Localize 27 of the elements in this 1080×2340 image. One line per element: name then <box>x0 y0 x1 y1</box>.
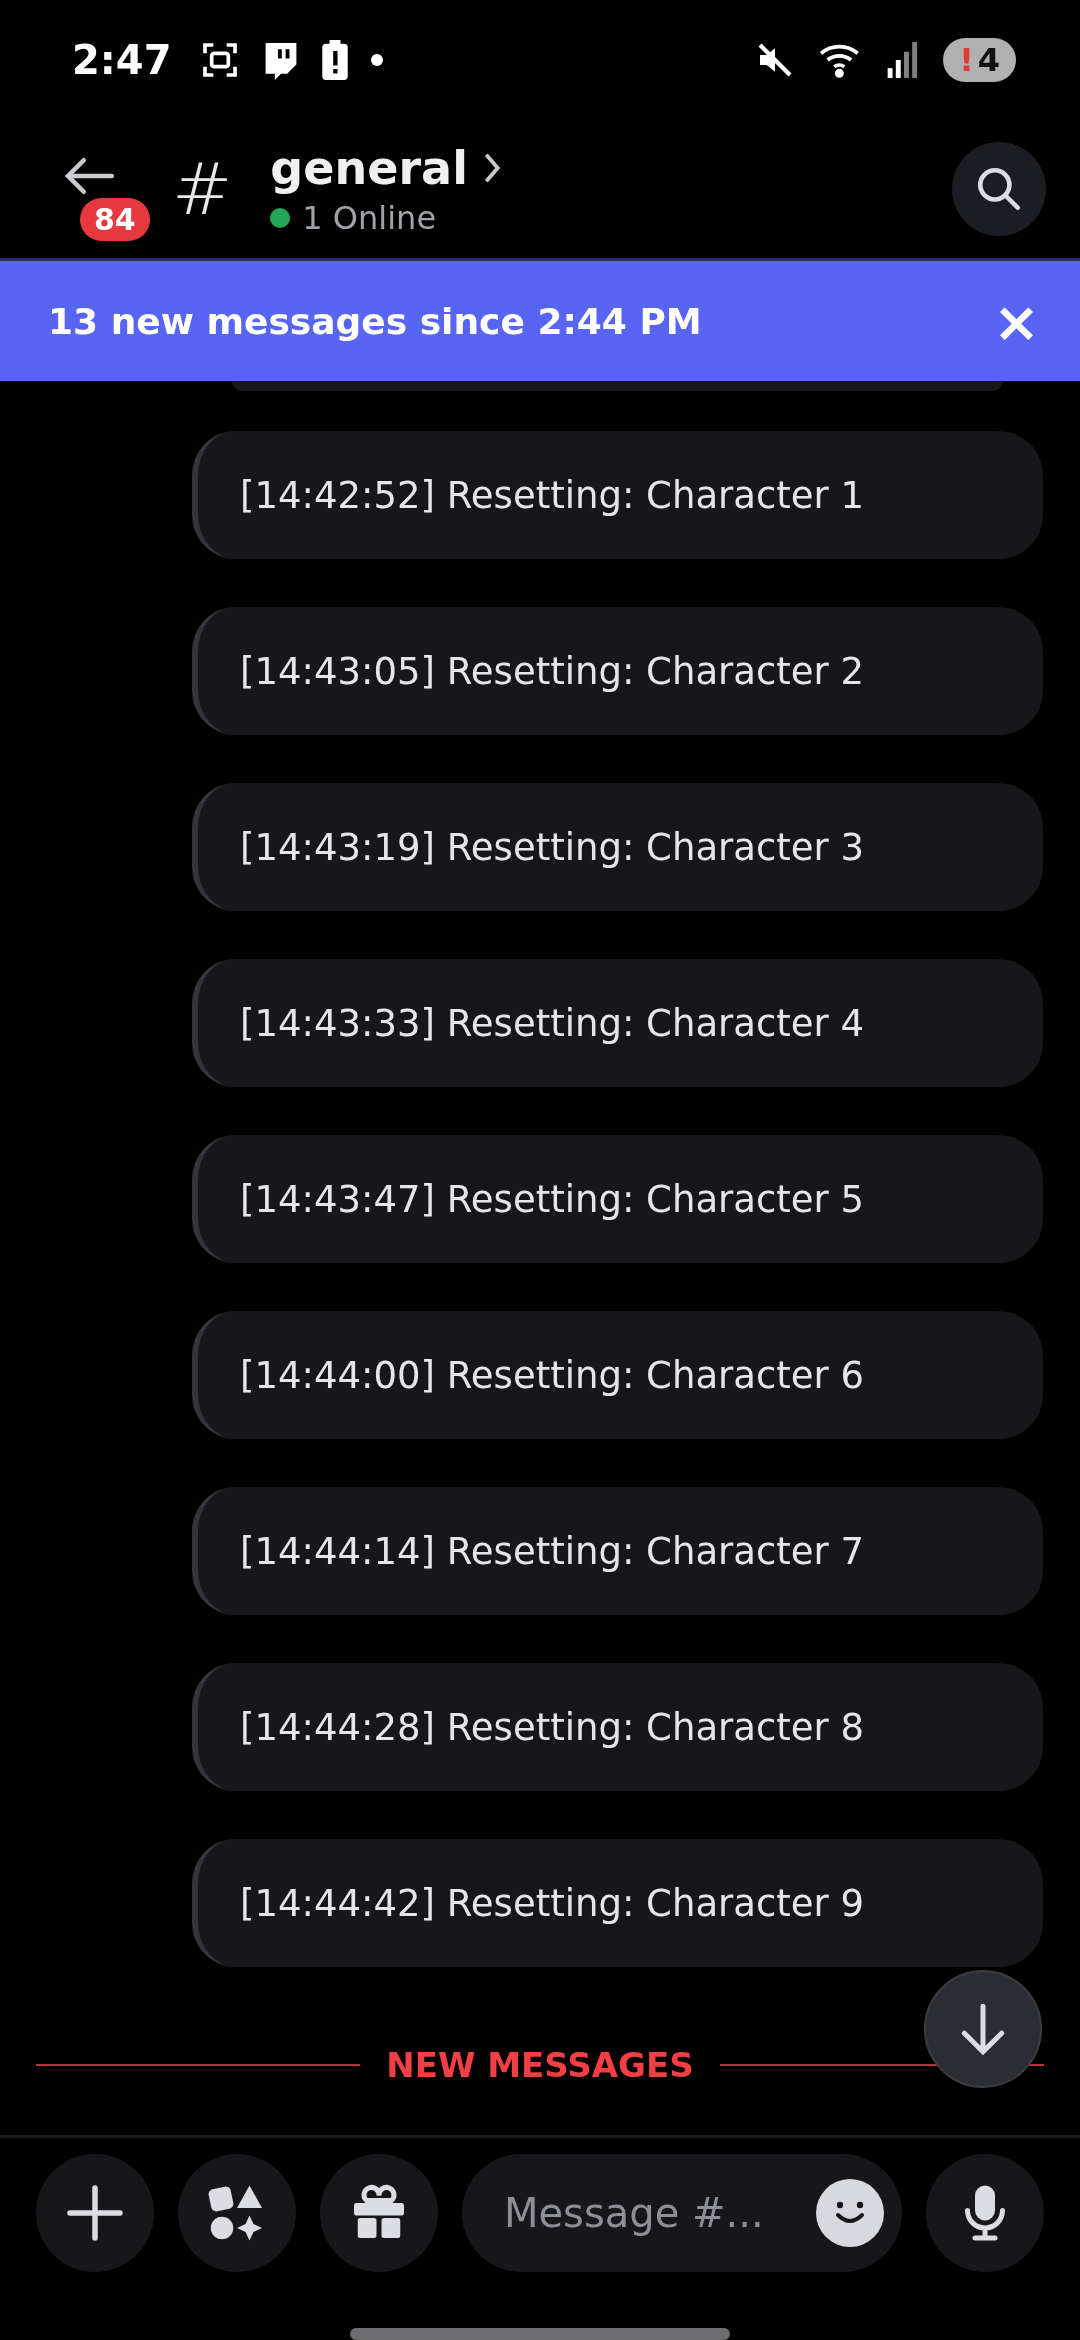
message-text: [14:42:52] Resetting: Character 1 <box>240 473 865 517</box>
message-text: [14:44:42] Resetting: Character 9 <box>240 1881 865 1925</box>
online-count: 1 Online <box>302 199 437 237</box>
channel-hash: # <box>172 147 233 231</box>
channel-title[interactable]: general <box>270 141 502 195</box>
message-text: [14:43:33] Resetting: Character 4 <box>240 1001 865 1045</box>
message-field[interactable]: Message #... <box>462 2154 902 2272</box>
message-text: [14:44:28] Resetting: Character 8 <box>240 1705 865 1749</box>
message-text: [14:44:00] Resetting: Character 6 <box>240 1353 865 1397</box>
message-text: [14:43:19] Resetting: Character 3 <box>240 825 865 869</box>
message-text: [14:43:47] Resetting: Character 5 <box>240 1177 865 1221</box>
online-dot <box>270 208 291 228</box>
message-text: [14:44:14] Resetting: Character 7 <box>240 1529 865 1573</box>
message-input[interactable]: Message #... <box>502 2189 816 2237</box>
new-messages-label: NEW MESSAGES <box>386 2045 694 2085</box>
status-time: 2:47 <box>72 37 172 83</box>
battery-alert-icon <box>321 40 348 80</box>
message-text: [14:43:05] Resetting: Character 2 <box>240 649 865 693</box>
banner-text: 13 new messages since 2:44 PM <box>48 300 703 342</box>
unread-badge: 84 <box>80 198 150 241</box>
back-arrow-icon <box>62 155 116 197</box>
dot-icon <box>369 53 384 67</box>
battery-warning-label: ! <box>959 41 974 79</box>
new-messages-banner[interactable]: 13 new messages since 2:44 PM × <box>0 258 1080 381</box>
battery-level: 4 <box>977 41 1000 79</box>
close-button[interactable]: × <box>987 288 1046 354</box>
plus-icon <box>65 2183 125 2243</box>
